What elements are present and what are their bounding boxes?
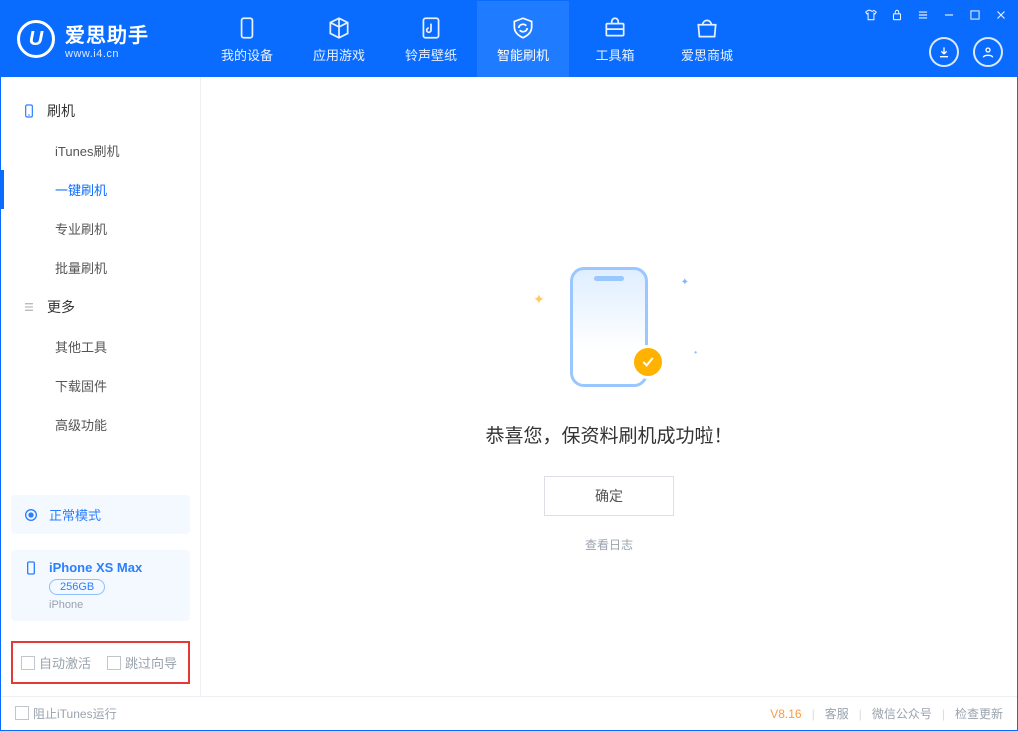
menu-icon[interactable]: [915, 7, 931, 23]
tab-label: 铃声壁纸: [405, 45, 457, 64]
music-file-icon: [418, 15, 444, 41]
logo-text: 爱思助手 www.i4.cn: [65, 19, 149, 60]
device-name: iPhone XS Max: [49, 560, 142, 575]
sidebar-content: 刷机 iTunes刷机 一键刷机 专业刷机 批量刷机 更多 其他工具 下载固件 …: [1, 77, 200, 487]
tab-smart-flash[interactable]: 智能刷机: [477, 1, 569, 77]
checkbox-icon: [107, 656, 121, 670]
download-button[interactable]: [929, 37, 959, 67]
sidebar-item-advanced[interactable]: 高级功能: [1, 405, 200, 444]
separator: |: [859, 707, 862, 721]
checkbox-block-itunes[interactable]: 阻止iTunes运行: [15, 705, 117, 722]
tab-apps-games[interactable]: 应用游戏: [293, 1, 385, 77]
sidebar-section-more: 更多: [1, 287, 200, 327]
list-icon: [21, 299, 37, 315]
lock-icon[interactable]: [889, 7, 905, 23]
checkbox-label: 阻止iTunes运行: [33, 707, 117, 721]
app-name-en: www.i4.cn: [65, 48, 149, 60]
nav-tabs: 我的设备 应用游戏 铃声壁纸 智能刷机 工具箱 爱思商城: [201, 1, 753, 77]
success-illustration: ✦ ✦ •: [519, 267, 699, 397]
maximize-icon[interactable]: [967, 7, 983, 23]
checkbox-skip-wizard[interactable]: 跳过向导: [107, 653, 177, 672]
sparkle-icon: ✦: [681, 277, 689, 288]
tab-toolbox[interactable]: 工具箱: [569, 1, 661, 77]
checkbox-auto-activate[interactable]: 自动激活: [21, 653, 91, 672]
mode-icon: [23, 507, 39, 523]
user-button[interactable]: [973, 37, 1003, 67]
shirt-icon[interactable]: [863, 7, 879, 23]
main-area: ✦ ✦ • 恭喜您，保资料刷机成功啦！ 确定 查看日志: [201, 77, 1017, 696]
view-log-link[interactable]: 查看日志: [585, 536, 633, 553]
sidebar-item-batch-flash[interactable]: 批量刷机: [1, 248, 200, 287]
sparkle-icon: ✦: [533, 291, 545, 308]
ok-button[interactable]: 确定: [544, 476, 674, 516]
phone-small-icon: [23, 560, 39, 576]
tab-label: 爱思商城: [681, 45, 733, 64]
success-message: 恭喜您，保资料刷机成功啦！: [485, 421, 732, 448]
tab-label: 智能刷机: [497, 45, 549, 64]
app-name-cn: 爱思助手: [65, 19, 149, 48]
device-info: iPhone XS Max 256GB iPhone: [49, 560, 142, 611]
check-badge-icon: [631, 345, 665, 379]
phone-icon: [21, 103, 37, 119]
mode-label: 正常模式: [49, 505, 101, 524]
tab-label: 应用游戏: [313, 45, 365, 64]
checkbox-label: 自动激活: [39, 656, 91, 671]
sidebar-item-oneclick-flash[interactable]: 一键刷机: [1, 170, 200, 209]
checkbox-icon: [15, 706, 29, 720]
refresh-shield-icon: [510, 15, 536, 41]
body: 刷机 iTunes刷机 一键刷机 专业刷机 批量刷机 更多 其他工具 下载固件 …: [1, 77, 1017, 696]
sidebar-item-pro-flash[interactable]: 专业刷机: [1, 209, 200, 248]
tab-store[interactable]: 爱思商城: [661, 1, 753, 77]
sidebar-section-flash: 刷机: [1, 91, 200, 131]
section-title: 更多: [47, 297, 75, 317]
separator: |: [812, 707, 815, 721]
device-icon: [234, 15, 260, 41]
toolbox-icon: [602, 15, 628, 41]
checkbox-label: 跳过向导: [125, 656, 177, 671]
close-icon[interactable]: [993, 7, 1009, 23]
window-controls: [863, 7, 1009, 23]
device-mode-box[interactable]: 正常模式: [11, 495, 190, 534]
topbar: U 爱思助手 www.i4.cn 我的设备 应用游戏 铃声壁纸 智能刷机: [1, 1, 1017, 77]
logo-icon: U: [17, 20, 55, 58]
app-window: U 爱思助手 www.i4.cn 我的设备 应用游戏 铃声壁纸 智能刷机: [0, 0, 1018, 731]
sidebar-item-itunes-flash[interactable]: iTunes刷机: [1, 131, 200, 170]
logo-area: U 爱思助手 www.i4.cn: [1, 1, 201, 77]
separator: |: [942, 707, 945, 721]
sidebar: 刷机 iTunes刷机 一键刷机 专业刷机 批量刷机 更多 其他工具 下载固件 …: [1, 77, 201, 696]
top-right-actions: [929, 37, 1003, 67]
footer-link-update[interactable]: 检查更新: [955, 705, 1003, 722]
section-title: 刷机: [47, 101, 75, 121]
footer: 阻止iTunes运行 V8.16 | 客服 | 微信公众号 | 检查更新: [1, 696, 1017, 730]
tab-ringtones-wallpapers[interactable]: 铃声壁纸: [385, 1, 477, 77]
sidebar-item-download-firmware[interactable]: 下载固件: [1, 366, 200, 405]
sparkle-icon: •: [694, 348, 697, 357]
device-storage: 256GB: [49, 579, 105, 595]
highlighted-options-row: 自动激活 跳过向导: [11, 641, 190, 684]
shop-icon: [694, 15, 720, 41]
version-label: V8.16: [770, 707, 801, 721]
tab-label: 工具箱: [595, 45, 634, 64]
device-subtype: iPhone: [49, 599, 142, 611]
sidebar-item-other-tools[interactable]: 其他工具: [1, 327, 200, 366]
tab-label: 我的设备: [221, 45, 273, 64]
device-info-box[interactable]: iPhone XS Max 256GB iPhone: [11, 550, 190, 621]
footer-right: V8.16 | 客服 | 微信公众号 | 检查更新: [770, 705, 1003, 722]
checkbox-icon: [21, 656, 35, 670]
footer-left: 阻止iTunes运行: [15, 705, 117, 722]
tab-my-device[interactable]: 我的设备: [201, 1, 293, 77]
footer-link-wechat[interactable]: 微信公众号: [872, 705, 932, 722]
footer-link-support[interactable]: 客服: [825, 705, 849, 722]
cube-icon: [326, 15, 352, 41]
minimize-icon[interactable]: [941, 7, 957, 23]
